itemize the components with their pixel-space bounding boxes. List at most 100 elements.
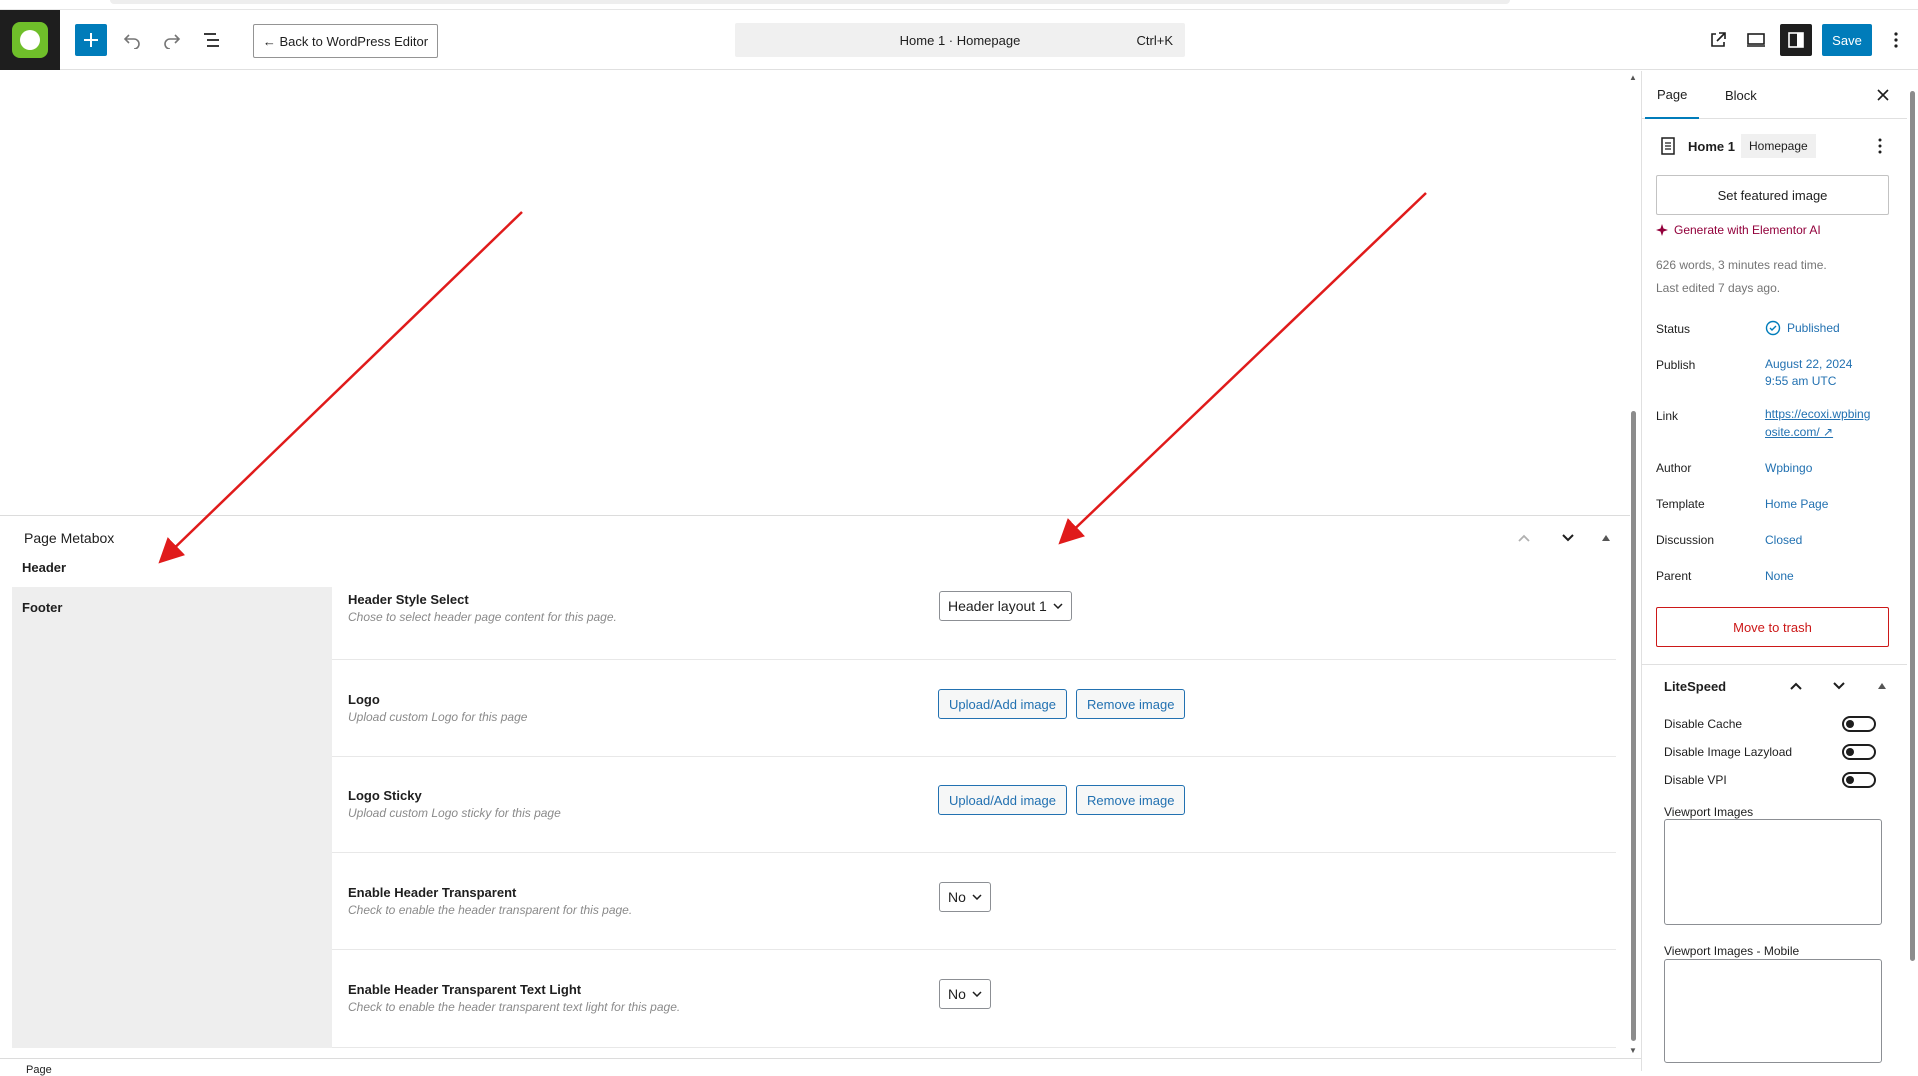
close-sidebar-button[interactable] xyxy=(1870,82,1896,108)
litespeed-move-up-button[interactable] xyxy=(1784,674,1808,698)
metabox-title: Page Metabox xyxy=(24,530,115,546)
move-down-button[interactable] xyxy=(1556,526,1580,550)
sidebar-scrollbar[interactable] xyxy=(1907,71,1918,1071)
close-icon xyxy=(1877,89,1889,101)
discussion-value[interactable]: Closed xyxy=(1765,533,1802,547)
redo-button[interactable] xyxy=(156,24,188,56)
last-edited-text: Last edited 7 days ago. xyxy=(1656,281,1781,295)
permalink-line2[interactable]: osite.com/ ↗ xyxy=(1765,425,1833,439)
page-icon xyxy=(1660,137,1676,155)
options-menu-button[interactable] xyxy=(1880,24,1912,56)
word-count-text: 626 words, 3 minutes read time. xyxy=(1656,258,1827,272)
template-label: Template xyxy=(1656,497,1705,511)
sparkle-icon xyxy=(1656,224,1668,236)
disable-vpi-toggle[interactable] xyxy=(1842,772,1876,788)
move-up-button[interactable] xyxy=(1512,526,1536,550)
logo-remove-button[interactable]: Remove image xyxy=(1076,689,1186,719)
block-breadcrumb[interactable]: Page xyxy=(26,1064,52,1076)
page-title: Home 1 xyxy=(1688,139,1735,154)
tab-footer[interactable]: Footer xyxy=(12,587,332,627)
field-description: Chose to select header page content for … xyxy=(348,610,617,624)
litespeed-divider xyxy=(1641,664,1907,665)
scroll-up-icon[interactable]: ▲ xyxy=(1628,73,1638,83)
undo-icon xyxy=(123,34,140,49)
view-page-button[interactable] xyxy=(1702,24,1734,56)
litespeed-toggle-panel[interactable] xyxy=(1872,676,1892,696)
toggle-panel-button[interactable] xyxy=(1594,526,1618,550)
chevron-down-icon xyxy=(972,991,982,997)
document-title: Home 1 · Homepage xyxy=(899,32,1021,48)
generate-elementor-ai-link[interactable]: Generate with Elementor AI xyxy=(1656,223,1821,237)
field-description: Check to enable the header transparent t… xyxy=(348,1000,681,1014)
browser-strip-bar xyxy=(110,0,1510,4)
sidebar-scrollbar-thumb[interactable] xyxy=(1910,91,1915,961)
undo-button[interactable] xyxy=(116,24,148,56)
field-description: Check to enable the header transparent f… xyxy=(348,903,633,917)
add-block-button[interactable] xyxy=(75,24,107,56)
field-description: Upload custom Logo for this page xyxy=(348,710,528,724)
triangle-up-icon xyxy=(1878,683,1886,689)
tab-block[interactable]: Block xyxy=(1713,71,1769,119)
command-shortcut: Ctrl+K xyxy=(1136,32,1173,48)
scrollbar-thumb[interactable] xyxy=(1631,411,1636,1041)
template-value[interactable]: Home Page xyxy=(1765,497,1828,511)
set-featured-image-button[interactable]: Set featured image xyxy=(1656,175,1889,215)
field-header-transparent: Enable Header Transparent Check to enabl… xyxy=(332,852,1616,950)
command-palette-bar[interactable]: Home 1 · Homepage Ctrl+K xyxy=(735,23,1185,57)
field-label: Header Style Select xyxy=(348,592,469,607)
status-label: Status xyxy=(1656,322,1691,336)
vertical-dots-icon xyxy=(1894,32,1898,48)
sidebar-icon xyxy=(1788,32,1804,48)
disable-lazyload-label: Disable Image Lazyload xyxy=(1664,745,1793,759)
viewport-images-mobile-label: Viewport Images - Mobile xyxy=(1664,944,1800,958)
vertical-dots-icon xyxy=(1878,138,1882,154)
leaf-icon xyxy=(20,30,40,50)
status-value[interactable]: Published xyxy=(1765,320,1840,336)
plus-icon xyxy=(84,33,98,47)
document-overview-button[interactable] xyxy=(196,24,228,56)
list-view-icon xyxy=(204,33,219,47)
save-button[interactable]: Save xyxy=(1822,24,1872,56)
metabox-controls xyxy=(1500,526,1620,550)
publish-date[interactable]: August 22, 2024 xyxy=(1765,357,1852,371)
tab-header[interactable]: Header xyxy=(12,547,332,587)
page-actions-button[interactable] xyxy=(1868,134,1892,158)
litespeed-title: LiteSpeed xyxy=(1664,679,1727,694)
parent-value[interactable]: None xyxy=(1765,569,1794,583)
litespeed-move-down-button[interactable] xyxy=(1827,674,1851,698)
link-label: Link xyxy=(1656,409,1679,423)
move-to-trash-button[interactable]: Move to trash xyxy=(1656,607,1889,647)
parent-label: Parent xyxy=(1656,569,1692,583)
field-label: Logo Sticky xyxy=(348,788,422,803)
disable-lazyload-toggle[interactable] xyxy=(1842,744,1876,760)
viewport-images-mobile-textarea[interactable] xyxy=(1664,959,1882,1063)
field-label: Enable Header Transparent Text Light xyxy=(348,982,582,997)
editor-canvas[interactable] xyxy=(0,71,1630,515)
publish-time[interactable]: 9:55 am UTC xyxy=(1765,374,1836,388)
redo-icon xyxy=(164,34,181,49)
header-transparent-select[interactable]: No xyxy=(939,882,991,912)
header-transparent-text-light-select[interactable]: No xyxy=(939,979,991,1009)
published-check-icon xyxy=(1765,320,1781,336)
chevron-down-icon xyxy=(972,894,982,900)
triangle-up-icon xyxy=(1602,535,1610,541)
back-to-wordpress-editor-button[interactable]: ← Back to WordPress Editor xyxy=(253,24,438,58)
preview-device-button[interactable] xyxy=(1740,24,1772,56)
logo-sticky-upload-button[interactable]: Upload/Add image xyxy=(938,785,1067,815)
chevron-down-icon xyxy=(1833,682,1845,690)
header-style-select[interactable]: Header layout 1 xyxy=(939,591,1072,621)
site-logo[interactable] xyxy=(0,10,60,70)
viewport-images-textarea[interactable] xyxy=(1664,819,1882,925)
settings-sidebar-toggle[interactable] xyxy=(1780,24,1812,56)
publish-label: Publish xyxy=(1656,358,1696,372)
author-value[interactable]: Wpbingo xyxy=(1765,461,1812,475)
logo-sticky-remove-button[interactable]: Remove image xyxy=(1076,785,1186,815)
field-label: Enable Header Transparent xyxy=(348,885,517,900)
field-description: Upload custom Logo sticky for this page xyxy=(348,806,561,820)
tab-page[interactable]: Page xyxy=(1645,71,1700,119)
field-logo-sticky: Logo Sticky Upload custom Logo sticky fo… xyxy=(332,756,1616,853)
permalink-line1[interactable]: https://ecoxi.wpbing xyxy=(1765,407,1870,421)
desktop-icon xyxy=(1747,33,1765,47)
logo-upload-button[interactable]: Upload/Add image xyxy=(938,689,1067,719)
disable-cache-toggle[interactable] xyxy=(1842,716,1876,732)
